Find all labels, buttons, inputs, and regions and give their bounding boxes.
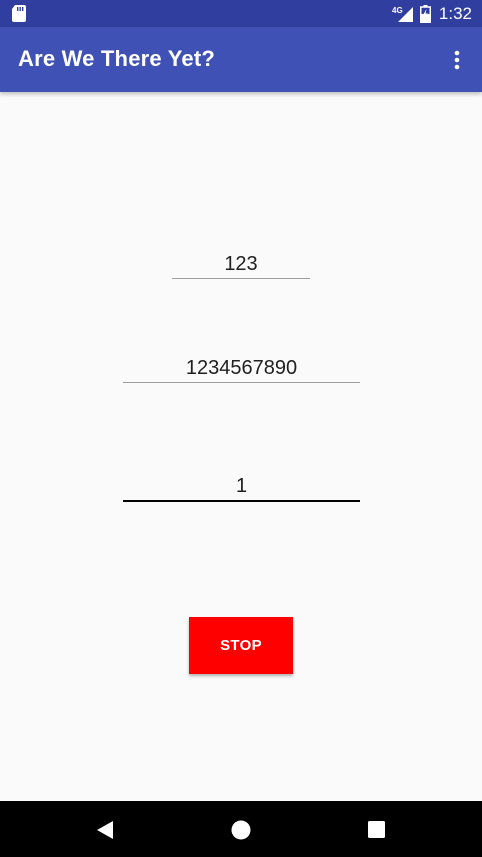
number-field-1-value: 123 xyxy=(224,253,258,275)
number-field-3[interactable]: 1 xyxy=(123,472,360,502)
number-field-2-value: 1234567890 xyxy=(185,357,298,379)
status-bar: 4G 1:32 xyxy=(0,0,482,27)
app-bar: Are We There Yet? xyxy=(0,27,482,92)
status-clock: 1:32 xyxy=(438,3,472,23)
home-icon[interactable] xyxy=(231,820,251,840)
sd-card-icon xyxy=(12,5,26,22)
number-field-3-value: 1 xyxy=(235,475,248,497)
battery-icon xyxy=(419,4,431,23)
network-signal-icon: 4G xyxy=(392,6,413,22)
navigation-bar xyxy=(0,801,482,857)
overflow-menu-button[interactable] xyxy=(444,43,470,77)
recents-icon[interactable] xyxy=(368,821,385,838)
stop-button[interactable]: STOP xyxy=(189,617,293,674)
number-field-1[interactable]: 123 xyxy=(172,250,310,279)
app-title: Are We There Yet? xyxy=(18,46,215,71)
back-icon[interactable] xyxy=(96,820,114,840)
more-vert-icon xyxy=(454,50,460,70)
svg-text:4G: 4G xyxy=(392,6,403,15)
number-field-2[interactable]: 1234567890 xyxy=(123,354,360,383)
